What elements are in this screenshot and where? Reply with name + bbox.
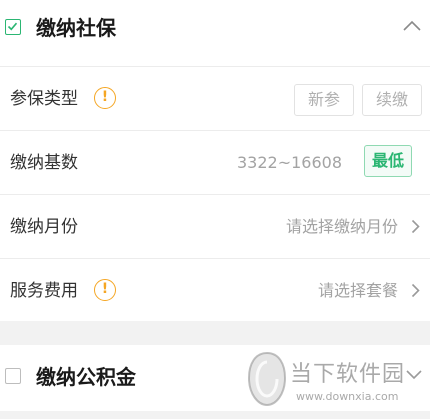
chevron-right-icon[interactable] [411, 283, 420, 298]
label-contribution-month: 缴纳月份 [10, 217, 78, 237]
label-insurance-type: 参保类型 [10, 89, 78, 109]
new-enroll-button[interactable]: 新参 [294, 84, 354, 116]
contribution-month-placeholder[interactable]: 请选择缴纳月份 [286, 216, 398, 238]
social-insurance-card: 缴纳社保 参保类型 ! 新参 续缴 缴纳基数 3322~16608 最低 缴纳月… [0, 0, 430, 321]
housing-fund-checkbox[interactable] [5, 368, 21, 384]
social-insurance-header[interactable]: 缴纳社保 [0, 0, 430, 60]
continue-pay-button[interactable]: 续缴 [362, 84, 422, 116]
label-contribution-base: 缴纳基数 [10, 153, 78, 173]
info-icon[interactable]: ! [94, 87, 116, 109]
chevron-up-icon[interactable] [403, 20, 421, 31]
minimum-button[interactable]: 最低 [364, 145, 412, 177]
service-fee-placeholder[interactable]: 请选择套餐 [318, 280, 398, 302]
social-insurance-checkbox[interactable] [5, 19, 21, 35]
housing-fund-card: 缴纳公积金 [0, 345, 430, 411]
row-insurance-type: 参保类型 ! 新参 续缴 [0, 67, 430, 131]
row-service-fee[interactable]: 服务费用 ! 请选择套餐 [0, 259, 430, 323]
row-contribution-month[interactable]: 缴纳月份 请选择缴纳月份 [0, 195, 430, 259]
label-service-fee: 服务费用 [10, 281, 78, 301]
chevron-right-icon[interactable] [411, 219, 420, 234]
contribution-base-range: 3322~16608 [236, 153, 342, 172]
check-icon [7, 22, 18, 31]
section-title-housing-fund: 缴纳公积金 [36, 365, 136, 389]
info-icon[interactable]: ! [94, 279, 116, 301]
row-contribution-base: 缴纳基数 3322~16608 最低 [0, 131, 430, 195]
housing-fund-header[interactable]: 缴纳公积金 [0, 345, 430, 405]
section-title-social-insurance: 缴纳社保 [36, 16, 116, 40]
